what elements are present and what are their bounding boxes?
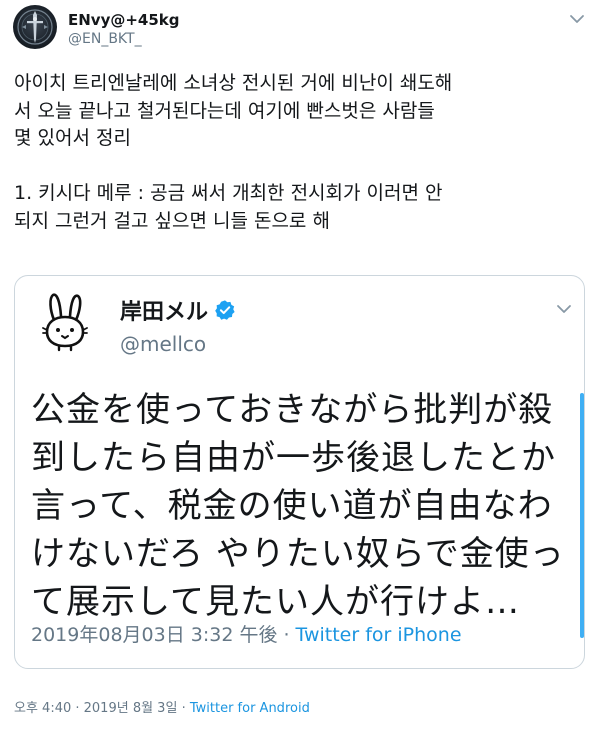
author-avatar[interactable] <box>13 5 57 49</box>
quoted-tweet-card[interactable]: 岸田メル @mellco 公金を使っておきながら批判が殺 到したら自由が一歩後退… <box>14 275 585 669</box>
author-display-name[interactable]: ENvy@+45kg <box>68 11 180 29</box>
tweet-timestamp[interactable]: 오후 4:40 · 2019년 8월 3일 <box>14 701 177 716</box>
tweet-text-line: 몇 있어서 정리 <box>14 127 131 149</box>
quoted-text-line: 公金を使っておきながら批判が殺 <box>31 390 554 430</box>
tweet-footer: 오후 4:40 · 2019년 8월 3일 · Twitter for Andr… <box>14 697 310 716</box>
verified-badge-icon <box>215 300 235 320</box>
tweet-text-line: 1. 키시다 메루 : 공금 써서 개최한 전시회가 이러면 안 <box>14 182 443 204</box>
quoted-tweet-text: 公金を使っておきながら批判が殺 到したら自由が一歩後退したとか 言って、税金の使… <box>31 386 579 626</box>
quoted-timestamp[interactable]: 2019年08月03日 3:32 午後 <box>31 624 277 646</box>
quoted-handle[interactable]: @mellco <box>120 332 206 356</box>
tweet-text-line: 되지 그런거 걸고 싶으면 니들 돈으로 해 <box>14 209 330 232</box>
chevron-down-icon[interactable] <box>555 302 573 316</box>
quoted-text-line: 到したら自由が一歩後退したとか <box>31 438 556 478</box>
quoted-scroll-indicator <box>580 393 584 638</box>
meta-separator: · <box>283 624 290 646</box>
tweet-text: 아이치 트리엔날레에 소녀상 전시된 거에 비난이 쇄도해 서 오늘 끝나고 철… <box>14 70 589 235</box>
sword-emblem-icon <box>17 9 53 45</box>
tweet-container: ENvy@+45kg @EN_BKT_ 아이치 트리엔날레에 소녀상 전시된 거… <box>0 0 599 731</box>
tweet-source-link[interactable]: Twitter for Android <box>190 701 310 716</box>
quoted-meta: 2019年08月03日 3:32 午後 · Twitter for iPhone <box>31 620 462 647</box>
tweet-text-line: 서 오늘 끝나고 철거된다는데 여기에 빤스벗은 사람들 <box>14 99 435 122</box>
tweet-text-line: 아이치 트리엔날레에 소녀상 전시된 거에 비난이 쇄도해 <box>14 72 453 94</box>
quoted-text-line: て展示して見たい人が行けよ… <box>31 582 520 622</box>
rabbit-avatar-icon[interactable] <box>37 292 93 352</box>
quoted-text-line: けないだろ やりたい奴らで金使っ <box>31 534 565 574</box>
quoted-display-name[interactable]: 岸田メル <box>120 294 208 326</box>
quoted-text-line: 言って、税金の使い道が自由なわ <box>31 486 553 526</box>
quoted-source-link[interactable]: Twitter for iPhone <box>296 624 462 646</box>
author-handle[interactable]: @EN_BKT_ <box>68 31 142 47</box>
quoted-display-name-row[interactable]: 岸田メル <box>120 294 236 326</box>
footer-separator: · <box>181 701 186 716</box>
chevron-down-icon[interactable] <box>568 12 586 26</box>
